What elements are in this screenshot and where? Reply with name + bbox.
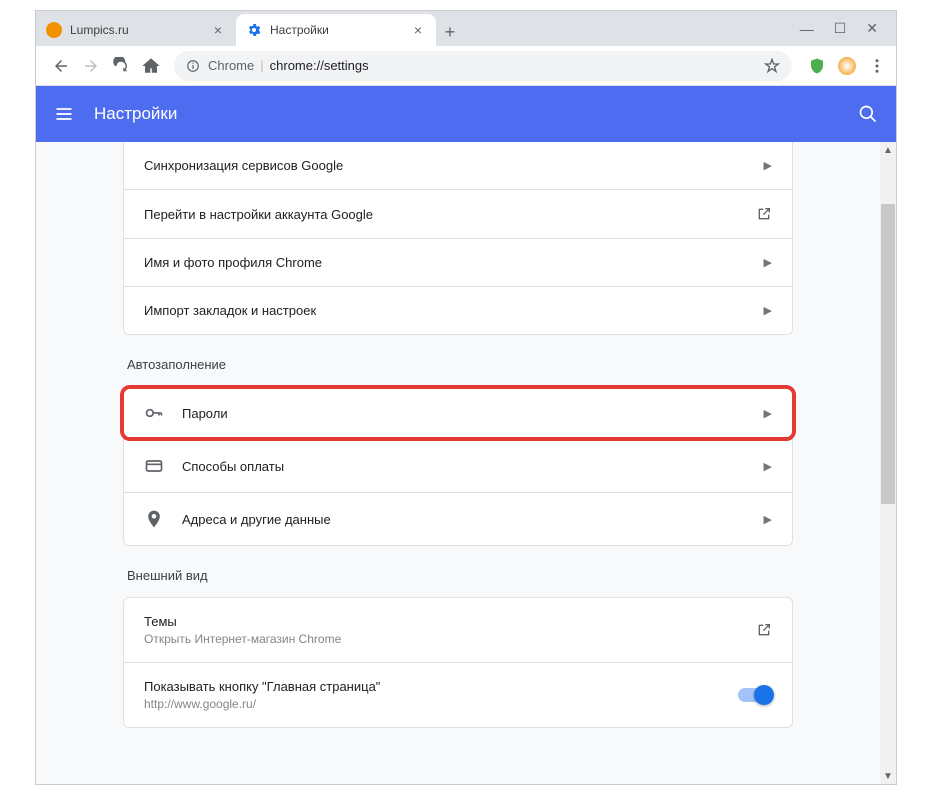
page-title: Настройки [94, 104, 177, 124]
row-sublabel: Открыть Интернет-магазин Chrome [144, 632, 341, 646]
card-sync: Синхронизация сервисов Google ▶ Перейти … [123, 142, 793, 335]
row-profile[interactable]: Имя и фото профиля Chrome ▶ [124, 238, 792, 286]
external-link-icon [756, 206, 772, 222]
minimize-icon[interactable]: — [800, 21, 814, 37]
tab-label: Настройки [270, 23, 329, 37]
favicon-settings [246, 22, 262, 38]
section-title-appearance: Внешний вид [123, 546, 793, 597]
chevron-right-icon: ▶ [764, 159, 772, 172]
titlebar: Lumpics.ru × Настройки × + — ☐ ✕ [36, 11, 896, 46]
row-label: Темы [144, 614, 341, 629]
row-google-account[interactable]: Перейти в настройки аккаунта Google [124, 189, 792, 238]
favicon-lumpics [46, 22, 62, 38]
settings-header: Настройки [36, 86, 896, 142]
chevron-right-icon: ▶ [764, 256, 772, 269]
external-link-icon [756, 622, 772, 638]
chevron-right-icon: ▶ [764, 407, 772, 420]
row-label: Пароли [182, 406, 228, 421]
row-label: Импорт закладок и настроек [144, 303, 316, 318]
menu-icon[interactable] [868, 57, 886, 75]
chevron-right-icon: ▶ [764, 513, 772, 526]
scroll-up-icon[interactable]: ▲ [880, 142, 896, 158]
toolbar: Chrome | chrome://settings [36, 46, 896, 86]
tab-settings[interactable]: Настройки × [236, 14, 436, 46]
row-sync-google[interactable]: Синхронизация сервисов Google ▶ [124, 142, 792, 189]
card-autofill: Пароли ▶ Способы оплаты ▶ [123, 386, 793, 546]
back-button[interactable] [46, 51, 76, 81]
settings-content: Синхронизация сервисов Google ▶ Перейти … [36, 142, 880, 784]
tab-label: Lumpics.ru [70, 23, 129, 37]
row-label: Адреса и другие данные [182, 512, 331, 527]
highlight-annotation: Пароли ▶ [120, 385, 796, 441]
hamburger-icon[interactable] [54, 104, 74, 124]
content-wrap: Синхронизация сервисов Google ▶ Перейти … [36, 142, 896, 784]
location-icon [144, 509, 164, 529]
row-label: Показывать кнопку "Главная страница" [144, 679, 380, 694]
row-home-button[interactable]: Показывать кнопку "Главная страница" htt… [124, 662, 792, 727]
key-icon [144, 403, 164, 423]
address-source: Chrome [208, 58, 254, 73]
home-button[interactable] [136, 51, 166, 81]
address-url: chrome://settings [270, 58, 369, 73]
info-icon [186, 59, 200, 73]
scrollbar[interactable]: ▲ ▼ [880, 142, 896, 784]
reload-button[interactable] [106, 51, 136, 81]
scroll-down-icon[interactable]: ▼ [880, 768, 896, 784]
separator: | [260, 58, 263, 73]
maximize-icon[interactable]: ☐ [834, 20, 847, 37]
close-icon[interactable]: × [410, 20, 426, 40]
card-appearance: Темы Открыть Интернет-магазин Chrome Пок… [123, 597, 793, 728]
search-icon[interactable] [858, 104, 878, 124]
shield-icon[interactable] [808, 57, 826, 75]
forward-button[interactable] [76, 51, 106, 81]
row-addresses[interactable]: Адреса и другие данные ▶ [124, 492, 792, 545]
row-label: Синхронизация сервисов Google [144, 158, 343, 173]
tab-lumpics[interactable]: Lumpics.ru × [36, 14, 236, 46]
bookmark-icon[interactable] [764, 58, 780, 74]
toggle-switch[interactable] [738, 688, 772, 702]
row-themes[interactable]: Темы Открыть Интернет-магазин Chrome [124, 598, 792, 662]
row-payment[interactable]: Способы оплаты ▶ [124, 439, 792, 492]
extension-area [800, 57, 886, 75]
row-import[interactable]: Импорт закладок и настроек ▶ [124, 286, 792, 334]
row-label: Перейти в настройки аккаунта Google [144, 207, 373, 222]
browser-window: Lumpics.ru × Настройки × + — ☐ ✕ [35, 10, 897, 785]
row-label: Имя и фото профиля Chrome [144, 255, 322, 270]
close-icon[interactable]: × [210, 20, 226, 40]
close-icon[interactable]: ✕ [866, 20, 878, 37]
extension-icon[interactable] [838, 57, 856, 75]
row-sublabel: http://www.google.ru/ [144, 697, 380, 711]
chevron-right-icon: ▶ [764, 304, 772, 317]
row-passwords[interactable]: Пароли ▶ [124, 389, 792, 437]
address-bar[interactable]: Chrome | chrome://settings [174, 51, 792, 81]
scroll-thumb[interactable] [881, 204, 895, 504]
chevron-right-icon: ▶ [764, 460, 772, 473]
card-icon [144, 456, 164, 476]
row-label: Способы оплаты [182, 459, 284, 474]
new-tab-button[interactable]: + [436, 18, 464, 46]
section-title-autofill: Автозаполнение [123, 335, 793, 386]
window-controls: — ☐ ✕ [800, 11, 896, 46]
